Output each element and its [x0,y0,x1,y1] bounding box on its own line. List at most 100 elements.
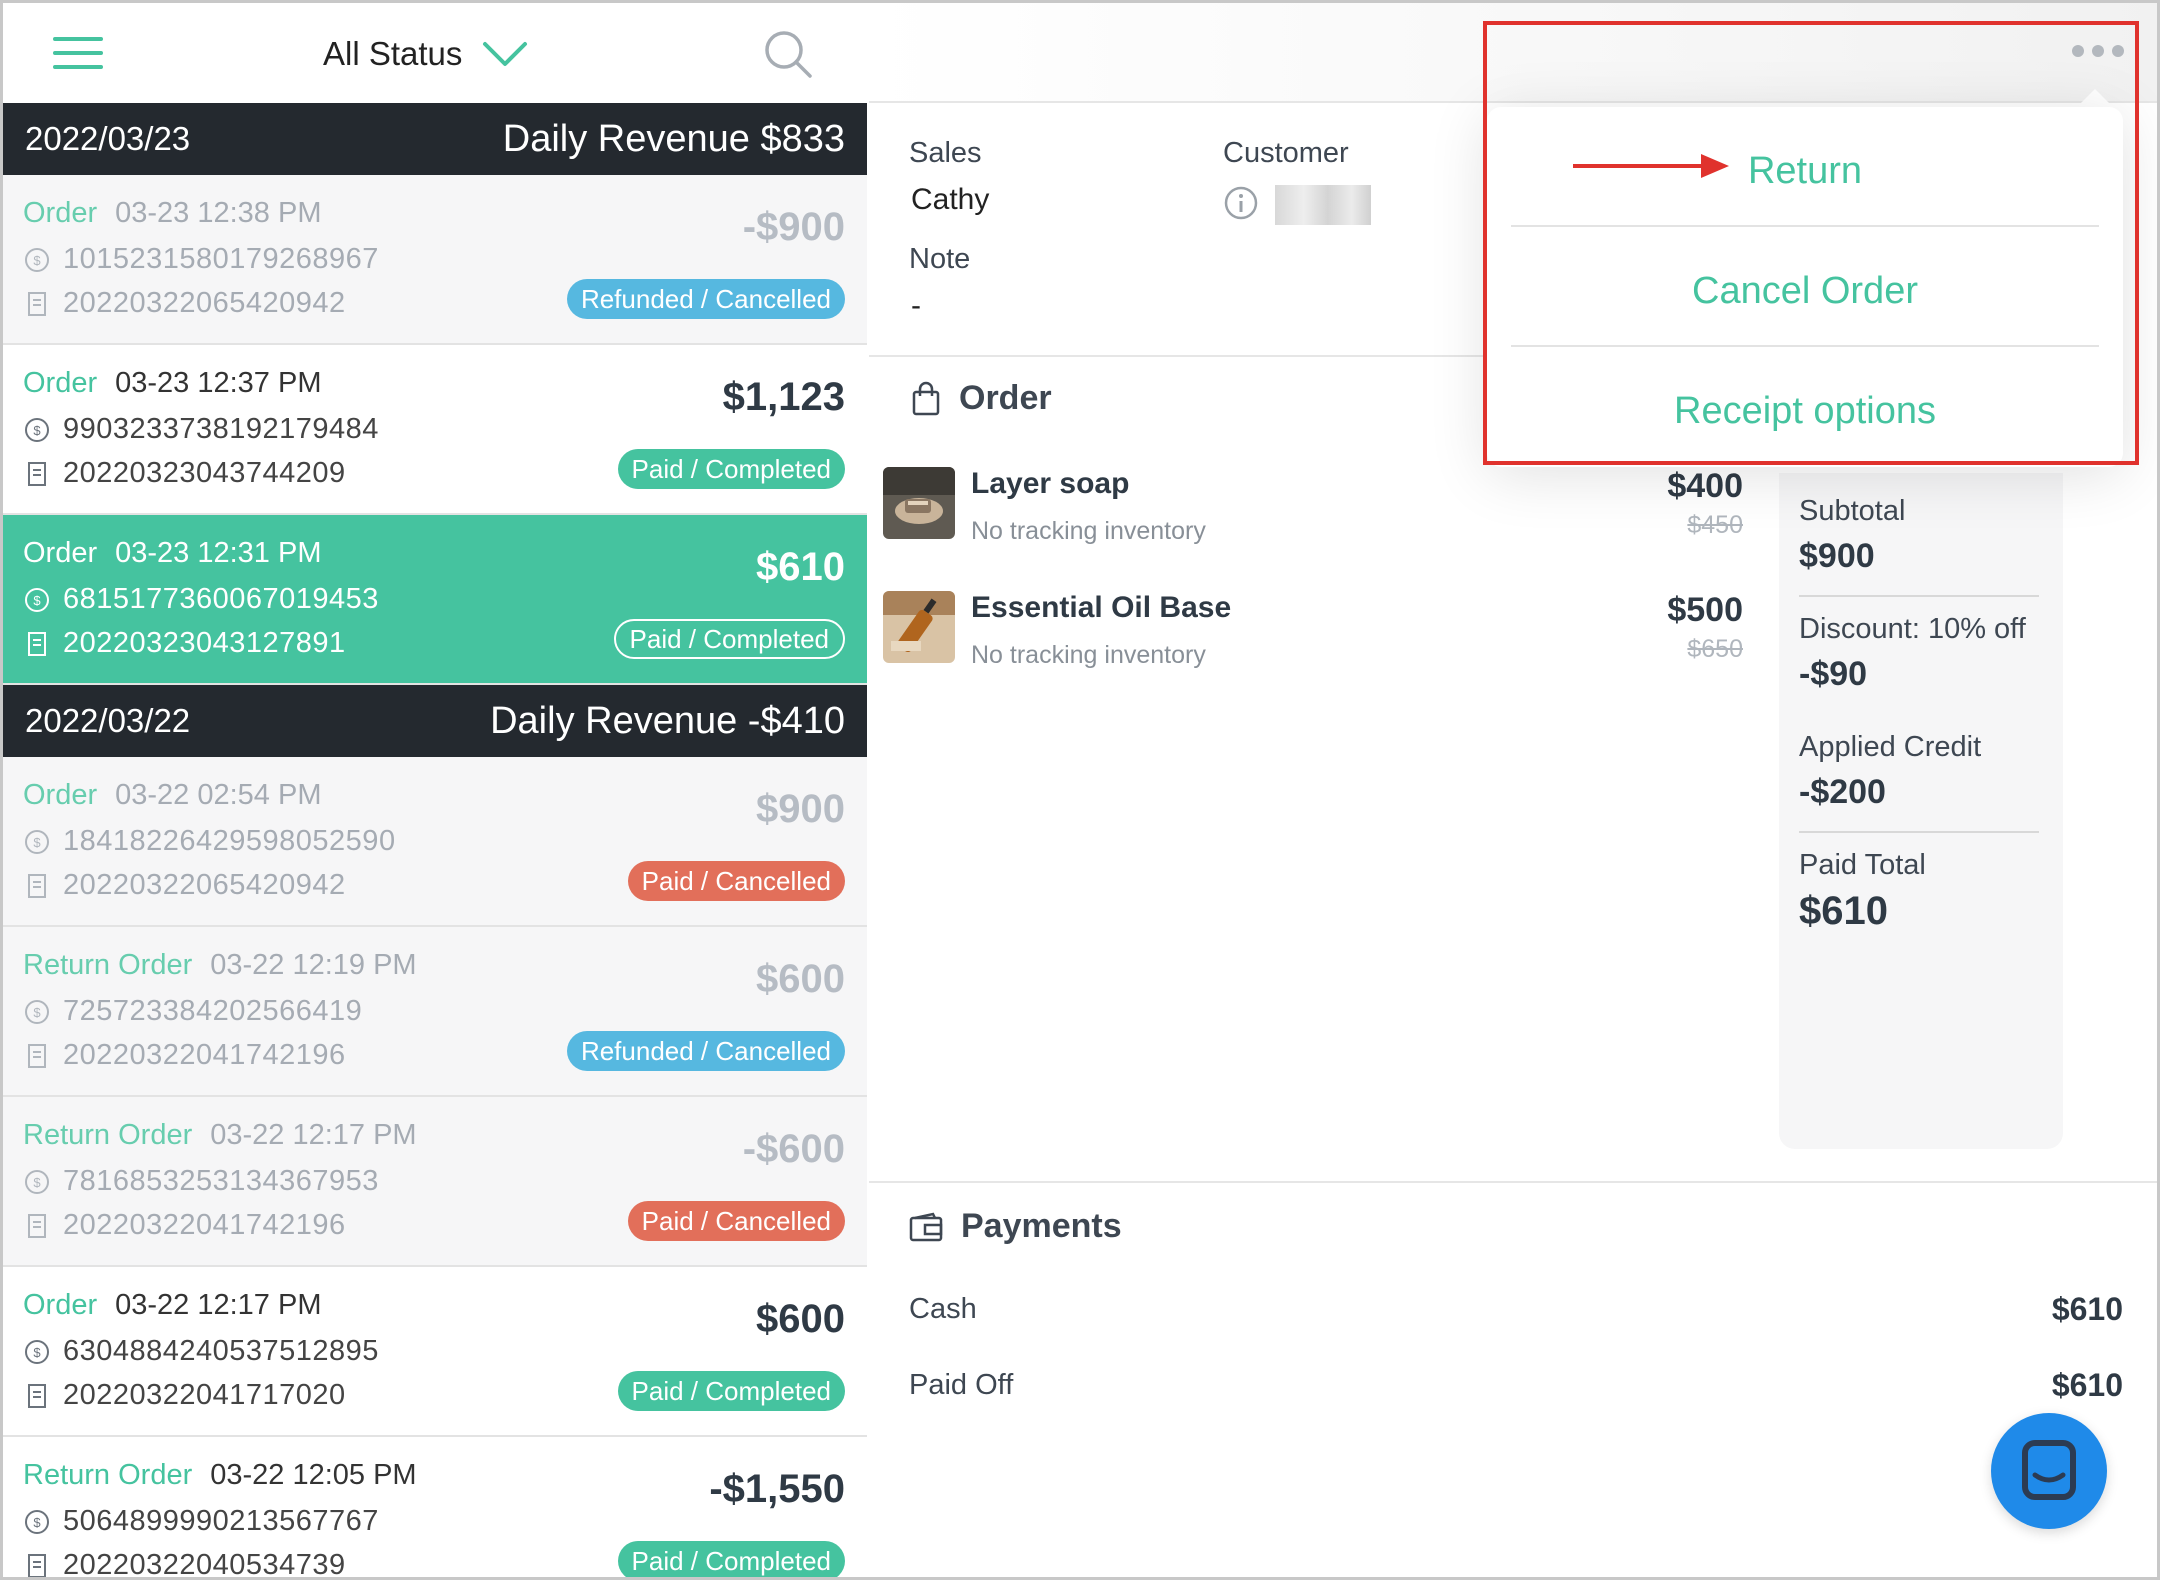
transaction-line: $7816853253134367953 [23,1165,379,1198]
status-badge: Paid / Completed [617,1541,845,1577]
status-badge: Paid / Cancelled [627,1201,845,1241]
order-list-panel: All Status 2022/03/23 Daily Revenue $833 O… [3,3,867,1577]
order-type: Return Order [23,1459,193,1491]
order-row[interactable]: Order 03-23 12:38 PM $1015231580179268967 2… [3,175,867,345]
order-amount: $600 [756,957,845,1001]
search-icon[interactable] [763,29,813,79]
receipt-number: 20220322065420942 [63,287,346,319]
discount-label: Discount: 10% off [1799,613,2026,645]
receipt-number: 20220322065420942 [63,869,346,901]
day-header: 2022/03/23 Daily Revenue $833 [3,103,867,175]
order-amount: $900 [756,787,845,831]
dollar-coin-icon: $ [23,1168,51,1196]
order-row[interactable]: Order 03-23 12:37 PM $9903233738192179484 2… [3,345,867,515]
order-type: Return Order [23,949,193,981]
menu-icon[interactable] [53,37,103,69]
order-section-title: Order [911,379,1052,418]
order-amount: $610 [756,545,845,589]
order-type: Return Order [23,1119,193,1151]
item-name: Essential Oil Base [971,591,1232,624]
order-row[interactable]: Return Order 03-22 12:19 PM $7257233842025… [3,927,867,1097]
order-row[interactable]: Order 03-22 12:17 PM $6304884240537512895 2… [3,1267,867,1437]
transaction-line: $6815177360067019453 [23,583,379,616]
paid-total-label: Paid Total [1799,849,1926,881]
status-filter-dropdown[interactable]: All Status [323,29,528,79]
receipt-number: 20220322041717020 [63,1379,346,1411]
dollar-coin-icon: $ [23,998,51,1026]
item-price: $400 [1667,467,1743,505]
paid-off-label: Paid Off [909,1369,1014,1401]
subtotal-label: Subtotal [1799,495,1906,527]
order-type: Order [23,1289,98,1321]
annotation-highlight-box [1483,21,2139,465]
receipt-icon [23,872,51,900]
order-row[interactable]: Order 03-23 12:31 PM $6815177360067019453 2… [3,515,867,685]
transaction-id: 7816853253134367953 [63,1165,379,1197]
order-time: 03-22 12:05 PM [210,1459,417,1491]
order-title-line: Order 03-23 12:37 PM [23,367,322,400]
status-badge: Refunded / Cancelled [566,279,845,319]
receipt-number: 20220323043127891 [63,627,346,659]
svg-text:$: $ [33,593,41,608]
order-row[interactable]: Order 03-22 02:54 PM $18418226429598052590… [3,757,867,927]
svg-text:$: $ [33,253,41,268]
svg-text:$: $ [33,1345,41,1360]
status-badge: Paid / Cancelled [627,861,845,901]
order-summary-card: Subtotal $900 Discount: 10% off -$90 App… [1779,473,2063,1149]
order-amount: -$600 [742,1127,845,1171]
applied-credit-label: Applied Credit [1799,731,1982,763]
order-amount: -$900 [742,205,845,249]
item-price: $500 [1667,591,1743,629]
order-title-line: Order 03-23 12:31 PM [23,537,322,570]
order-time: 03-22 02:54 PM [115,779,322,811]
receipt-number: 20220322041742196 [63,1209,346,1241]
note-label: Note [909,243,971,275]
note-value: - [911,289,921,322]
svg-text:$: $ [33,423,41,438]
receipt-line: 20220322041742196 [23,1039,346,1072]
receipt-line: 20220323043744209 [23,457,346,490]
transaction-id: 6304884240537512895 [63,1335,379,1367]
order-title-line: Return Order 03-22 12:17 PM [23,1119,417,1152]
transaction-id: 9903233738192179484 [63,413,379,445]
dollar-coin-icon: $ [23,1508,51,1536]
chat-icon [2022,1440,2076,1500]
item-inventory-note: No tracking inventory [971,517,1206,545]
order-type: Order [23,197,98,229]
receipt-icon [23,1212,51,1240]
receipt-icon [23,1382,51,1410]
product-thumbnail [883,467,955,539]
dollar-coin-icon: $ [23,586,51,614]
item-original-price: $450 [1687,511,1743,539]
chevron-down-icon [483,42,528,66]
paid-total-value: $610 [1799,889,1888,933]
order-amount: $600 [756,1297,845,1341]
order-row[interactable]: Return Order 03-22 12:05 PM $5064899990213… [3,1437,867,1577]
order-item-essential-oil-base[interactable]: Essential Oil Base No tracking inventory… [883,591,1743,701]
customer-label: Customer [1223,137,1349,169]
daily-revenue: Daily Revenue $833 [502,117,845,160]
order-time: 03-22 12:19 PM [210,949,417,981]
annotation-arrow-icon [1573,154,1729,178]
info-icon[interactable] [1223,185,1259,221]
discount-value: -$90 [1799,655,1868,693]
receipt-number: 20220323043744209 [63,457,346,489]
order-row[interactable]: Return Order 03-22 12:17 PM $7816853253134… [3,1097,867,1267]
transaction-id: 6815177360067019453 [63,583,379,615]
customer-avatar-blurred [1275,185,1371,225]
dollar-coin-icon: $ [23,416,51,444]
order-title-line: Order 03-22 12:17 PM [23,1289,322,1322]
chat-button[interactable] [1991,1413,2107,1529]
dollar-coin-icon: $ [23,828,51,856]
order-title-line: Order 03-23 12:38 PM [23,197,322,230]
order-type: Order [23,537,98,569]
list-header: All Status [3,3,867,103]
payments-section-title: Payments [909,1207,1122,1246]
order-time: 03-23 12:38 PM [115,197,322,229]
day-date: 2022/03/22 [25,702,191,739]
day-date: 2022/03/23 [25,120,191,157]
receipt-icon [23,1042,51,1070]
app-window: All Status 2022/03/23 Daily Revenue $833 O… [0,0,2160,1580]
order-item-layer-soap[interactable]: Layer soap No tracking inventory $400 $4… [883,467,1743,577]
transaction-id: 18418226429598052590 [63,825,396,857]
